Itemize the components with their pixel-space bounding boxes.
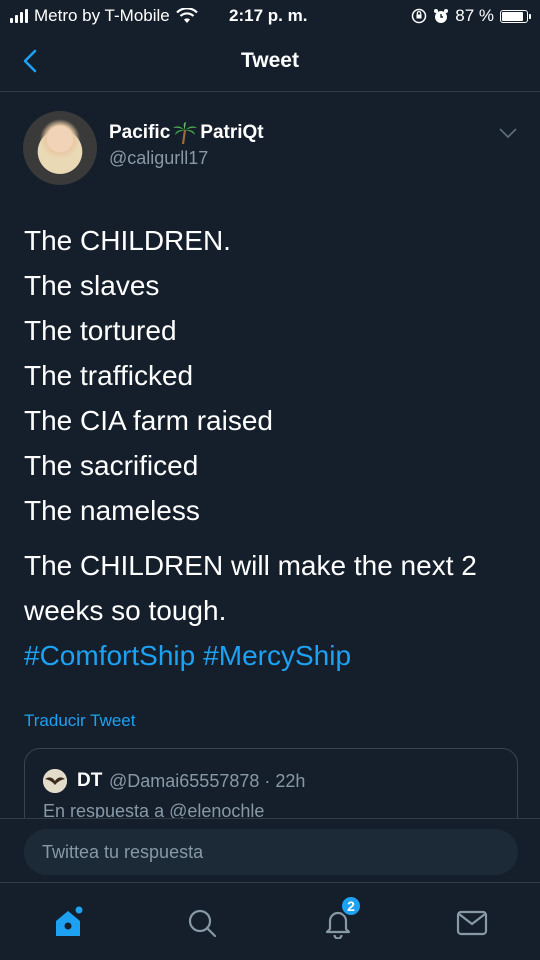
carrier-label: Metro by T-Mobile <box>34 6 170 25</box>
status-right: 87 % <box>411 6 531 26</box>
author-handle[interactable]: @caligurll17 <box>109 148 208 169</box>
author-name-part1: Pacific <box>109 122 171 143</box>
wifi-icon <box>175 8 198 23</box>
translate-tweet-link[interactable]: Traducir Tweet <box>24 711 136 731</box>
status-bar: Metro by T-Mobile 2:17 p. m. 87 % <box>0 0 540 34</box>
hashtag-list: #ComfortShip #MercyShip <box>24 633 524 678</box>
author-name-part2: PatriQt <box>200 122 264 143</box>
status-time: 2:17 p. m. <box>229 6 308 25</box>
reply-handle-time: @Damai65557878 · 22h <box>109 771 306 791</box>
tweet-line: The tortured <box>24 315 177 346</box>
author-avatar[interactable] <box>23 111 97 185</box>
orientation-lock-icon <box>412 8 427 24</box>
tweet-text: The CHILDREN. The slaves The tortured Th… <box>24 218 524 533</box>
tweet-line: The CIA farm raised <box>24 405 273 436</box>
search-icon <box>188 909 217 938</box>
compose-bar: Twittea tu respuesta <box>0 818 540 882</box>
hashtag-link[interactable]: #MercyShip <box>203 640 351 671</box>
reply-avatar <box>43 769 67 793</box>
tab-bar: 2 <box>0 882 540 960</box>
tweet-line: The nameless <box>24 495 200 526</box>
battery-percent: 87 % <box>455 6 494 25</box>
home-icon <box>56 906 83 936</box>
alarm-icon <box>434 9 449 23</box>
nav-bar: Tweet <box>0 34 540 92</box>
hashtag-link[interactable]: #ComfortShip <box>24 640 195 671</box>
tweet-line: The sacrificed <box>24 450 199 481</box>
tab-search[interactable] <box>182 903 222 943</box>
status-left: Metro by T-Mobile <box>10 6 198 26</box>
notification-badge: 2 <box>340 895 362 917</box>
tweet-line: The CHILDREN. <box>24 225 231 256</box>
author-name[interactable]: Pacific PatriQt <box>109 122 264 144</box>
chevron-down-icon[interactable] <box>498 126 518 140</box>
tweet-paragraph-line: The CHILDREN will make the next 2 <box>24 550 477 581</box>
tweet-line: The trafficked <box>24 360 194 391</box>
tweet-paragraph-line: weeks so tough. <box>24 595 227 626</box>
battery-icon <box>500 9 531 23</box>
tab-home[interactable] <box>48 903 88 943</box>
page-title: Tweet <box>241 49 299 72</box>
signal-icon <box>10 9 28 23</box>
reply-author-name: DT <box>77 770 103 791</box>
tab-messages[interactable] <box>452 903 492 943</box>
tweet-line: The slaves <box>24 270 160 301</box>
tweet-paragraph: The CHILDREN will make the next 2 weeks … <box>24 543 524 678</box>
eagle-icon <box>43 769 67 793</box>
reply-input[interactable]: Twittea tu respuesta <box>24 829 518 875</box>
tab-notifications[interactable]: 2 <box>318 895 362 943</box>
battery-fill <box>502 11 523 21</box>
mail-icon <box>456 910 488 936</box>
palm-tree-icon <box>173 122 198 144</box>
